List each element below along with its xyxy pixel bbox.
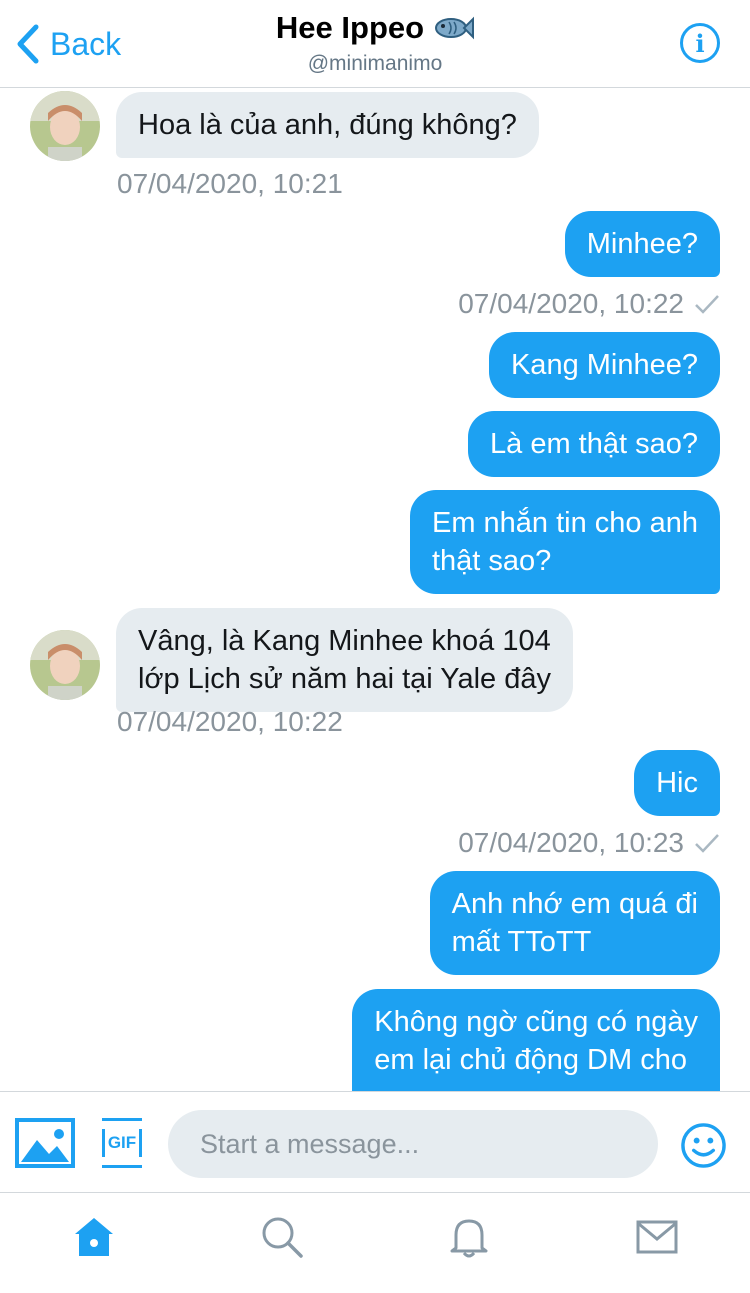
message-input[interactable] <box>168 1110 658 1178</box>
image-icon[interactable] <box>15 1118 75 1168</box>
avatar-image <box>30 91 100 161</box>
contact-handle: @minimanimo <box>307 52 443 75</box>
emoji-icon[interactable] <box>680 1122 727 1169</box>
gif-icon: GIF <box>107 1133 137 1152</box>
bottom-tab-bar <box>0 1192 750 1293</box>
conversation-header: Back Hee Ippeo @minimanimo i <box>0 0 750 88</box>
messages-icon[interactable] <box>635 1215 679 1259</box>
notifications-icon[interactable] <box>447 1215 491 1259</box>
fish-icon <box>435 16 475 40</box>
info-button[interactable]: i <box>680 23 720 63</box>
message-bubble-outgoing[interactable]: Anh nhớ em quá đi mất TToTT <box>429 871 720 975</box>
message-bubble-outgoing[interactable]: Em nhắn tin cho anh thật sao? <box>409 490 720 594</box>
message-timestamp: 07/04/2020, 10:23 <box>458 827 720 859</box>
message-bubble-outgoing[interactable]: Minhee? <box>564 211 720 277</box>
avatar-image <box>30 630 100 700</box>
message-thread[interactable]: Hoa là của anh, đúng không? 07/04/2020, … <box>0 89 750 1091</box>
conversation-title[interactable]: Hee Ippeo @minimanimo <box>0 10 750 76</box>
message-bubble-outgoing[interactable]: Kang Minhee? <box>488 332 720 398</box>
message-timestamp: 07/04/2020, 10:21 <box>117 168 343 199</box>
info-icon: i <box>695 28 705 58</box>
message-bubble-incoming[interactable]: Hoa là của anh, đúng không? <box>116 92 539 158</box>
message-timestamp: 07/04/2020, 10:22 <box>458 288 720 320</box>
sent-check-icon <box>695 834 719 853</box>
message-bubble-outgoing[interactable]: Không ngờ cũng có ngày em lại chủ động D… <box>352 989 720 1091</box>
message-bubble-outgoing[interactable]: Hic <box>634 750 720 816</box>
contact-name: Hee Ippeo <box>275 10 425 45</box>
avatar[interactable] <box>30 91 100 161</box>
gif-button[interactable]: GIF <box>102 1118 142 1168</box>
message-composer: GIF <box>0 1091 750 1192</box>
message-timestamp: 07/04/2020, 10:22 <box>117 706 343 737</box>
message-bubble-incoming[interactable]: Vâng, là Kang Minhee khoá 104 lớp Lịch s… <box>116 608 573 712</box>
avatar[interactable] <box>30 630 100 700</box>
home-icon[interactable] <box>72 1215 116 1259</box>
search-icon[interactable] <box>260 1215 304 1259</box>
sent-check-icon <box>695 295 719 314</box>
message-bubble-outgoing[interactable]: Là em thật sao? <box>468 411 720 477</box>
